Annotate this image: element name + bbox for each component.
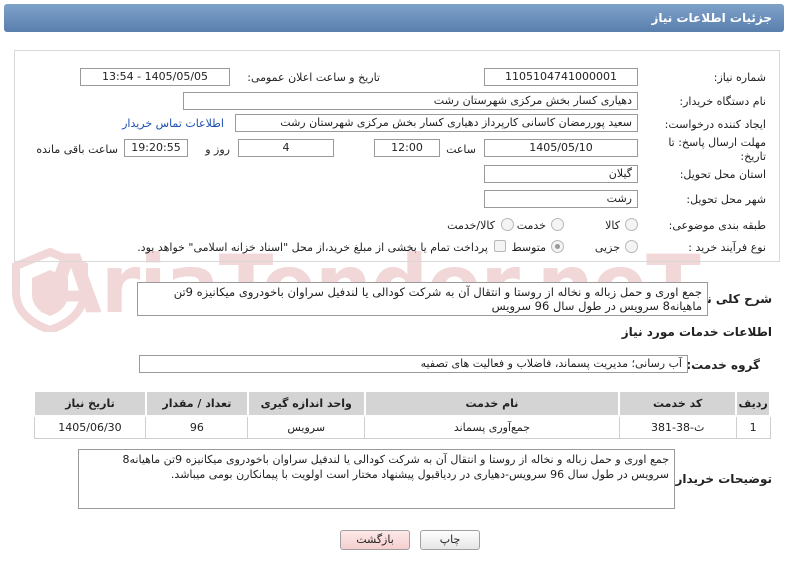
process-radio-medium[interactable] [551,240,564,253]
cell-service-name: جمع‌آوری پسماند [364,415,620,439]
cell-quantity: 96 [145,415,249,439]
buyer-org-field: دهیاری کسار بخش مرکزی شهرستان رشت [183,92,638,110]
need-number-label: شماره نیاز: [713,71,766,84]
category-option-service: خدمت [516,219,546,232]
process-radio-minor[interactable] [625,240,638,253]
page-header: جزئیات اطلاعات نیاز [4,4,784,32]
remaining-label: ساعت باقی مانده [36,143,118,156]
services-table: ردیف کد خدمت نام خدمت واحد اندازه گیری ت… [33,390,771,439]
services-table-header: ردیف کد خدمت نام خدمت واحد اندازه گیری ت… [33,390,771,417]
creator-label: ایجاد کننده درخواست: [664,118,766,131]
category-option-goods-service: کالا/خدمت [447,219,495,232]
city-field: رشت [484,190,638,208]
table-row: 1 ث-38-381 جمع‌آوری پسماند سرویس 96 1405… [33,415,771,439]
category-radio-goods[interactable] [625,218,638,231]
process-option-medium: متوسط [511,241,546,254]
service-group-field: آب رسانی؛ مدیریت پسماند، فاضلاب و فعالیت… [139,355,688,373]
category-label: طبقه بندی موضوعی: [668,219,766,232]
deadline-label: مهلت ارسال پاسخ: تا تاریخ: [668,136,766,163]
days-label: روز و [205,143,230,156]
category-radio-goods-service[interactable] [501,218,514,231]
city-label: شهر محل تحویل: [686,193,766,206]
deadline-time-field: 12:00 [374,139,440,157]
summary-textarea[interactable]: جمع اوری و حمل زباله و نخاله از روستا و … [137,282,708,316]
services-section-title: اطلاعات خدمات مورد نیاز [621,325,772,339]
creator-field: سعید پوررمضان کاسانی کارپرداز دهیاری کسا… [235,114,638,132]
process-option-minor: جزیی [594,241,620,254]
province-field: گیلان [484,165,638,183]
remaining-time-field: 19:20:55 [124,139,188,157]
process-label: نوع فرآیند خرید : [688,241,766,254]
col-service-name: نام خدمت [363,390,621,417]
treasury-payment-checkbox[interactable] [494,240,506,252]
remaining-days-field: 4 [238,139,334,157]
print-button[interactable]: چاپ [420,530,480,550]
deadline-time-label: ساعت [446,143,476,156]
cell-row-number: 1 [735,415,771,439]
page-title: جزئیات اطلاعات نیاز [651,11,772,25]
back-button[interactable]: بازگشت [340,530,410,550]
province-label: استان محل تحویل: [679,168,766,181]
cell-service-code: ث-38-381 [618,415,737,439]
col-service-code: کد خدمت [618,390,738,417]
buyer-contact-link[interactable]: اطلاعات تماس خریدار [122,117,224,130]
cell-unit: سرویس [247,415,366,439]
deadline-date-field: 1405/05/10 [484,139,638,157]
buyer-notes-label: توضیحات خریدار: [670,472,772,486]
buyer-notes-textarea[interactable]: جمع اوری و حمل زباله و نخاله از روستا و … [78,449,675,509]
need-number-field: 1105104741000001 [484,68,638,86]
col-quantity: تعداد / مقدار [144,390,249,417]
category-radio-service[interactable] [551,218,564,231]
category-option-goods: کالا [605,219,620,232]
buyer-org-label: نام دستگاه خریدار: [679,95,766,108]
cell-need-date: 1405/06/30 [33,415,147,439]
announce-date-label: تاریخ و ساعت اعلان عمومی: [247,71,380,84]
col-unit: واحد اندازه گیری [246,390,366,417]
col-need-date: تاریخ نیاز [33,390,147,417]
service-group-label: گروه خدمت: [686,358,760,372]
treasury-payment-note: پرداخت تمام یا بخشی از مبلغ خرید،از محل … [137,241,488,254]
announce-date-field: 1405/05/05 - 13:54 [80,68,230,86]
col-row-number: ردیف [735,390,771,417]
